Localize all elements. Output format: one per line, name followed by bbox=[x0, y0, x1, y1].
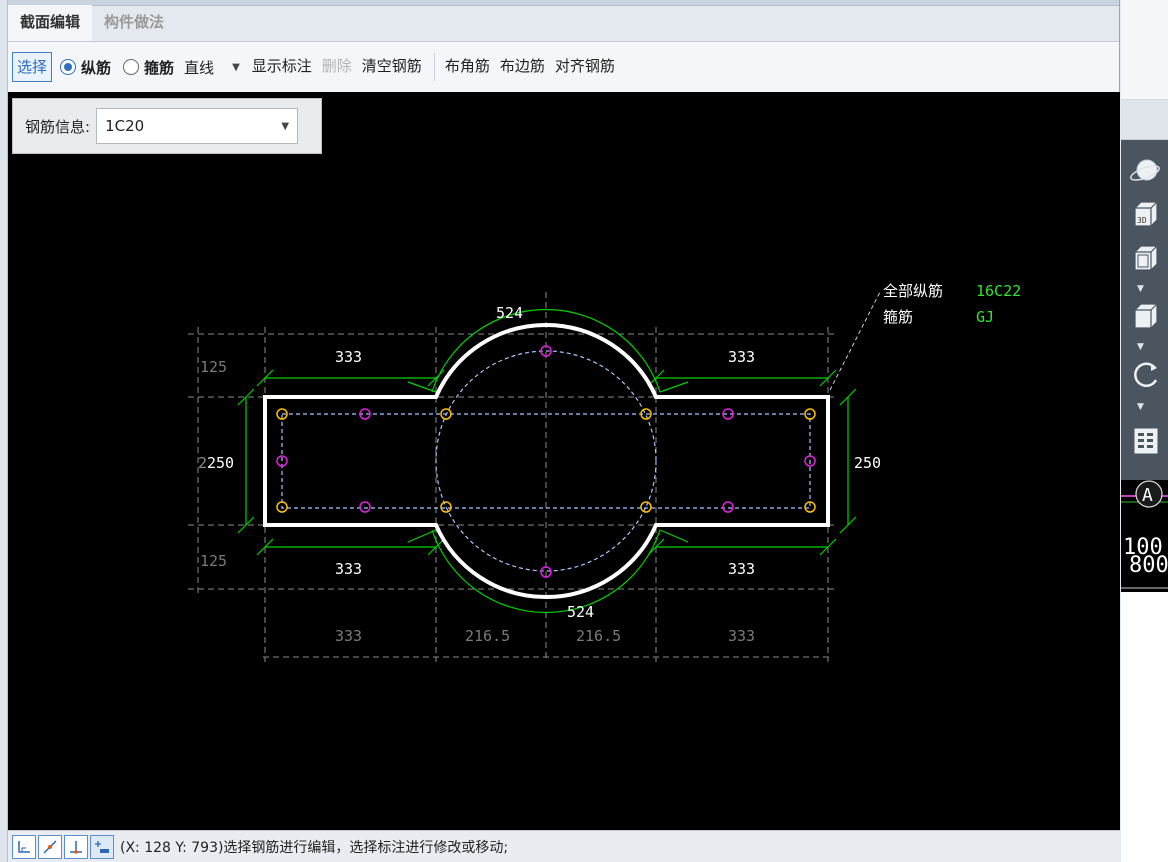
dim-text-height-left-prefix: 2 bbox=[198, 454, 207, 472]
snap-endpoint-icon[interactable] bbox=[12, 834, 36, 859]
dim-text-offset-bottom[interactable]: 125 bbox=[200, 552, 227, 570]
line-type-dropdown[interactable]: 直线 ▼ bbox=[180, 52, 244, 82]
dim-text-offset-top[interactable]: 125 bbox=[200, 358, 227, 376]
chevron-down-icon[interactable]: ▼ bbox=[1137, 284, 1144, 294]
dim-text-height-left[interactable]: 250 bbox=[207, 454, 234, 472]
corner-rebar-button[interactable]: 布角筋 bbox=[441, 52, 494, 82]
snap-endpoint-glyph bbox=[18, 840, 30, 853]
dim-text-row-3[interactable]: 216.5 bbox=[576, 627, 621, 645]
marker-label: A bbox=[1142, 485, 1153, 506]
drawing-canvas[interactable]: 钢筋信息: 1C20 ▼ 524 524 333 333 333 333 2 2… bbox=[8, 92, 1120, 830]
stirrup-radio[interactable]: 箍筋 bbox=[123, 52, 174, 82]
left-window-edge bbox=[0, 0, 8, 862]
layers-grid-icon[interactable] bbox=[1129, 424, 1163, 458]
app: 截面编辑 构件做法 选择 纵筋 箍筋 直线 ▼ 显示标注 删除 清空钢筋 布角筋… bbox=[0, 0, 1168, 862]
dim-leader bbox=[659, 529, 689, 543]
rebar-legend: 全部纵筋 16C22 箍筋 GJ bbox=[883, 282, 1021, 326]
edge-rebar[interactable] bbox=[359, 501, 371, 513]
rebar-info-dropdown[interactable]: 1C20 ▼ bbox=[96, 108, 299, 144]
view-3d-label: 3D bbox=[1137, 216, 1147, 225]
dim-text-bottom-right[interactable]: 333 bbox=[728, 560, 755, 578]
tab-section-edit[interactable]: 截面编辑 bbox=[8, 5, 93, 41]
legend-leader-line bbox=[829, 291, 881, 391]
section-editor-window: 截面编辑 构件做法 选择 纵筋 箍筋 直线 ▼ 显示标注 删除 清空钢筋 布角筋… bbox=[8, 0, 1120, 862]
select-button[interactable]: 选择 bbox=[12, 52, 53, 82]
legend-all-longitudinal-label: 全部纵筋 bbox=[883, 282, 943, 300]
dim-text-top-left[interactable]: 333 bbox=[335, 348, 362, 366]
corner-rebar[interactable] bbox=[640, 501, 652, 513]
right-top-area bbox=[1121, 0, 1168, 100]
chevron-down-icon[interactable]: ▼ bbox=[1137, 342, 1144, 352]
snap-insert-glyph bbox=[95, 840, 109, 853]
rebar-info-label: 钢筋信息: bbox=[25, 117, 91, 136]
dim-leader bbox=[407, 381, 437, 393]
view-front-icon[interactable] bbox=[1129, 242, 1163, 276]
snap-midpoint-glyph bbox=[43, 839, 57, 854]
chevron-down-icon: ▼ bbox=[281, 120, 290, 132]
chevron-down-icon[interactable]: ▼ bbox=[1137, 402, 1144, 412]
rebar-info-value: 1C20 bbox=[105, 117, 145, 135]
dim-text-row-2[interactable]: 216.5 bbox=[465, 627, 510, 645]
longitudinal-radio-label: 纵筋 bbox=[81, 58, 112, 77]
tab-bar: 截面编辑 构件做法 bbox=[8, 5, 1119, 42]
orbit-icon[interactable] bbox=[1129, 154, 1163, 188]
view-box-icon[interactable] bbox=[1129, 300, 1163, 334]
dim-text-row-1[interactable]: 333 bbox=[335, 627, 362, 645]
right-preview-fragment: A 100 800 bbox=[1121, 480, 1168, 592]
view-toolbar: 3D ▼ ▼ ▼ bbox=[1121, 140, 1168, 480]
dim-text-arc-bottom[interactable]: 524 bbox=[567, 603, 594, 621]
dim-text-height-right[interactable]: 250 bbox=[854, 454, 881, 472]
edge-rebar-button[interactable]: 布边筋 bbox=[496, 52, 549, 82]
radio-unchecked-icon bbox=[123, 59, 140, 75]
dim-leader bbox=[659, 381, 689, 393]
legend-stirrup-value[interactable]: GJ bbox=[976, 308, 994, 326]
rebar-info-panel: 钢筋信息: 1C20 ▼ bbox=[12, 98, 322, 154]
show-annotation-button[interactable]: 显示标注 bbox=[248, 52, 316, 82]
align-rebar-button[interactable]: 对齐钢筋 bbox=[551, 52, 619, 82]
stirrup-radio-label: 箍筋 bbox=[144, 58, 175, 77]
toolbar: 选择 纵筋 箍筋 直线 ▼ 显示标注 删除 清空钢筋 布角筋 布边筋 对齐钢筋 bbox=[8, 42, 1119, 92]
longitudinal-radio[interactable]: 纵筋 bbox=[60, 52, 111, 82]
edge-rebar[interactable] bbox=[722, 501, 734, 513]
chevron-down-icon: ▼ bbox=[232, 61, 240, 73]
rotate-icon[interactable] bbox=[1129, 358, 1163, 392]
snap-perpendicular-glyph bbox=[70, 840, 82, 854]
right-header-strip bbox=[1121, 100, 1168, 140]
fragment-text-bottom: 800 bbox=[1129, 553, 1168, 578]
dim-text-top-right[interactable]: 333 bbox=[728, 348, 755, 366]
delete-button[interactable]: 删除 bbox=[318, 52, 356, 82]
tab-component-method[interactable]: 构件做法 bbox=[92, 5, 176, 41]
legend-stirrup-label: 箍筋 bbox=[883, 308, 913, 326]
right-side-panel: 3D ▼ ▼ ▼ A 100 800 bbox=[1121, 0, 1168, 862]
toolbar-separator bbox=[433, 53, 435, 81]
clear-rebar-button[interactable]: 清空钢筋 bbox=[358, 52, 426, 82]
view-3d-icon[interactable]: 3D bbox=[1129, 198, 1163, 232]
snap-perpendicular-icon[interactable] bbox=[64, 834, 88, 859]
dim-arc-top bbox=[431, 308, 661, 393]
legend-all-longitudinal-value[interactable]: 16C22 bbox=[976, 282, 1021, 300]
dim-leader bbox=[407, 529, 437, 543]
dim-text-bottom-left[interactable]: 333 bbox=[335, 560, 362, 578]
dim-text-arc-top[interactable]: 524 bbox=[496, 304, 523, 322]
dim-text-row-4[interactable]: 333 bbox=[728, 627, 755, 645]
snap-midpoint-icon[interactable] bbox=[38, 834, 62, 859]
status-bar: (X: 128 Y: 793)选择钢筋进行编辑，选择标注进行修改或移动; bbox=[8, 830, 1120, 862]
section-drawing: 524 524 333 333 333 333 2 250 250 125 12… bbox=[188, 282, 1021, 662]
radio-checked-icon bbox=[60, 59, 77, 75]
status-text: (X: 128 Y: 793)选择钢筋进行编辑，选择标注进行修改或移动; bbox=[120, 839, 509, 856]
snap-insert-icon[interactable] bbox=[90, 834, 114, 859]
preview-fragment-drawing: A 100 800 bbox=[1121, 480, 1168, 589]
line-type-value: 直线 bbox=[184, 58, 215, 77]
right-bottom-area bbox=[1121, 592, 1168, 862]
